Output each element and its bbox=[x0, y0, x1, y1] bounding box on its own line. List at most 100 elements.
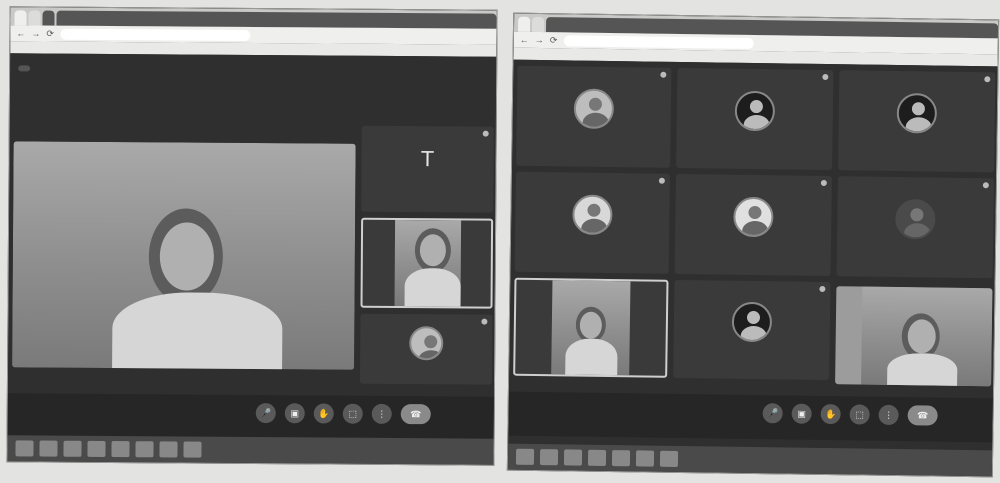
participant-body bbox=[112, 292, 283, 370]
participant-face bbox=[419, 234, 447, 267]
end-call-button[interactable]: ☎ bbox=[400, 404, 431, 425]
participant-tile[interactable] bbox=[673, 279, 831, 381]
avatar-letter: T bbox=[420, 145, 435, 171]
mic-muted-icon bbox=[481, 318, 488, 325]
participant-tile[interactable]: T bbox=[361, 125, 494, 213]
meeting-pill[interactable] bbox=[18, 65, 31, 72]
main-video-tile[interactable] bbox=[12, 141, 356, 370]
camera-button[interactable]: ▣ bbox=[284, 403, 305, 424]
meeting-area: 🎤 ▣ ✋ ⬚ ⋮ ☎ bbox=[508, 59, 998, 451]
participant-tile[interactable] bbox=[835, 286, 993, 387]
participant-tile[interactable] bbox=[514, 171, 670, 274]
present-button[interactable]: ⬚ bbox=[342, 403, 363, 424]
url-field[interactable] bbox=[59, 28, 250, 41]
avatar bbox=[573, 88, 615, 130]
raise-hand-button[interactable]: ✋ bbox=[820, 403, 841, 425]
call-controls: 🎤 ▣ ✋ ⬚ ⋮ ☎ bbox=[255, 403, 431, 425]
taskbar-app-icon[interactable] bbox=[159, 441, 178, 458]
participant-tile[interactable] bbox=[676, 67, 834, 171]
mic-muted-icon bbox=[984, 76, 991, 83]
reload-icon[interactable]: ⟳ bbox=[550, 35, 558, 45]
raise-hand-icon: ✋ bbox=[824, 408, 837, 419]
os-taskbar bbox=[507, 443, 993, 477]
meeting-controls-bar: 🎤 ▣ ✋ ⬚ ⋮ ☎ bbox=[508, 391, 993, 443]
taskbar-app-icon[interactable] bbox=[611, 450, 631, 467]
back-icon[interactable]: ← bbox=[16, 28, 25, 38]
mic-muted-icon bbox=[658, 177, 665, 184]
forward-icon[interactable]: → bbox=[535, 34, 544, 44]
os-taskbar bbox=[7, 435, 494, 465]
mic-icon: 🎤 bbox=[260, 407, 272, 418]
forward-icon[interactable]: → bbox=[31, 28, 40, 38]
end-call-button[interactable]: ☎ bbox=[907, 405, 938, 426]
participant-body bbox=[887, 352, 958, 387]
back-icon[interactable]: ← bbox=[520, 34, 529, 44]
taskbar-app-icon[interactable] bbox=[515, 448, 535, 465]
browser-tab[interactable] bbox=[42, 10, 55, 26]
mic-icon: 🎤 bbox=[766, 407, 779, 418]
taskbar-app-icon[interactable] bbox=[135, 441, 154, 458]
taskbar-app-icon[interactable] bbox=[659, 450, 679, 467]
call-controls: 🎤 ▣ ✋ ⬚ ⋮ ☎ bbox=[762, 403, 938, 426]
present-icon: ⬚ bbox=[855, 408, 864, 420]
participant-tile[interactable] bbox=[513, 277, 669, 378]
camera-icon: ▣ bbox=[290, 407, 300, 418]
avatar bbox=[572, 194, 613, 236]
participant-tile[interactable] bbox=[360, 217, 494, 309]
taskbar-app-icon[interactable] bbox=[87, 440, 106, 457]
participant-tile[interactable] bbox=[838, 70, 996, 173]
avatar bbox=[896, 92, 938, 134]
more-icon: ⋮ bbox=[377, 408, 387, 419]
more-options-button[interactable]: ⋮ bbox=[371, 403, 392, 424]
meeting-controls-bar: 🎤 ▣ ✋ ⬚ ⋮ ☎ bbox=[7, 393, 494, 441]
taskbar-app-icon[interactable] bbox=[63, 440, 82, 457]
raise-hand-icon: ✋ bbox=[318, 407, 330, 419]
participant-face bbox=[159, 222, 215, 291]
more-icon: ⋮ bbox=[884, 409, 894, 420]
url-field[interactable] bbox=[563, 34, 754, 49]
raise-hand-button[interactable]: ✋ bbox=[313, 403, 334, 424]
participant-tile[interactable] bbox=[516, 65, 672, 168]
mic-button[interactable]: 🎤 bbox=[255, 403, 276, 424]
present-icon: ⬚ bbox=[348, 408, 358, 419]
camera-button[interactable]: ▣ bbox=[791, 403, 812, 424]
participant-body bbox=[404, 268, 461, 309]
avatar bbox=[895, 198, 936, 240]
avatar bbox=[409, 326, 444, 361]
taskbar-app-icon[interactable] bbox=[39, 440, 58, 457]
present-button[interactable]: ⬚ bbox=[849, 404, 870, 425]
taskbar-app-icon[interactable] bbox=[183, 441, 202, 458]
mic-button[interactable]: 🎤 bbox=[762, 403, 783, 424]
avatar bbox=[733, 196, 774, 238]
more-options-button[interactable]: ⋮ bbox=[878, 404, 899, 426]
browser-tab[interactable] bbox=[14, 10, 27, 26]
mic-muted-icon bbox=[822, 73, 829, 81]
mic-muted-icon bbox=[820, 179, 827, 187]
taskbar-app-icon[interactable] bbox=[635, 450, 655, 467]
screenshot-left: ← → ⟳ T 🎤 ▣ ✋ ⬚ ⋮ ☎ bbox=[6, 6, 498, 466]
participant-tile[interactable] bbox=[836, 176, 994, 279]
end-call-icon: ☎ bbox=[916, 409, 929, 420]
mic-muted-icon bbox=[482, 130, 489, 137]
mic-muted-icon bbox=[819, 285, 826, 293]
browser-tab[interactable] bbox=[531, 16, 545, 33]
taskbar-app-icon[interactable] bbox=[587, 449, 607, 466]
participant-tile[interactable] bbox=[674, 173, 832, 277]
participant-body bbox=[565, 338, 618, 378]
avatar bbox=[731, 301, 773, 343]
meeting-area: T 🎤 ▣ ✋ ⬚ ⋮ ☎ bbox=[7, 53, 497, 441]
mic-muted-icon bbox=[660, 71, 667, 78]
camera-icon: ▣ bbox=[797, 408, 806, 419]
mic-muted-icon bbox=[982, 182, 989, 189]
end-call-icon: ☎ bbox=[410, 408, 422, 419]
participant-tile[interactable] bbox=[359, 313, 493, 385]
screenshot-right: ← → ⟳ 🎤 ▣ ✋ ⬚ ⋮ ☎ bbox=[506, 12, 1000, 478]
taskbar-app-icon[interactable] bbox=[539, 449, 559, 466]
taskbar-app-icon[interactable] bbox=[563, 449, 583, 466]
browser-tab[interactable] bbox=[517, 16, 531, 32]
browser-tab[interactable] bbox=[28, 10, 41, 26]
taskbar-app-icon[interactable] bbox=[111, 441, 130, 458]
taskbar-app-icon[interactable] bbox=[15, 440, 34, 457]
reload-icon[interactable]: ⟳ bbox=[46, 28, 54, 38]
avatar bbox=[734, 90, 776, 132]
